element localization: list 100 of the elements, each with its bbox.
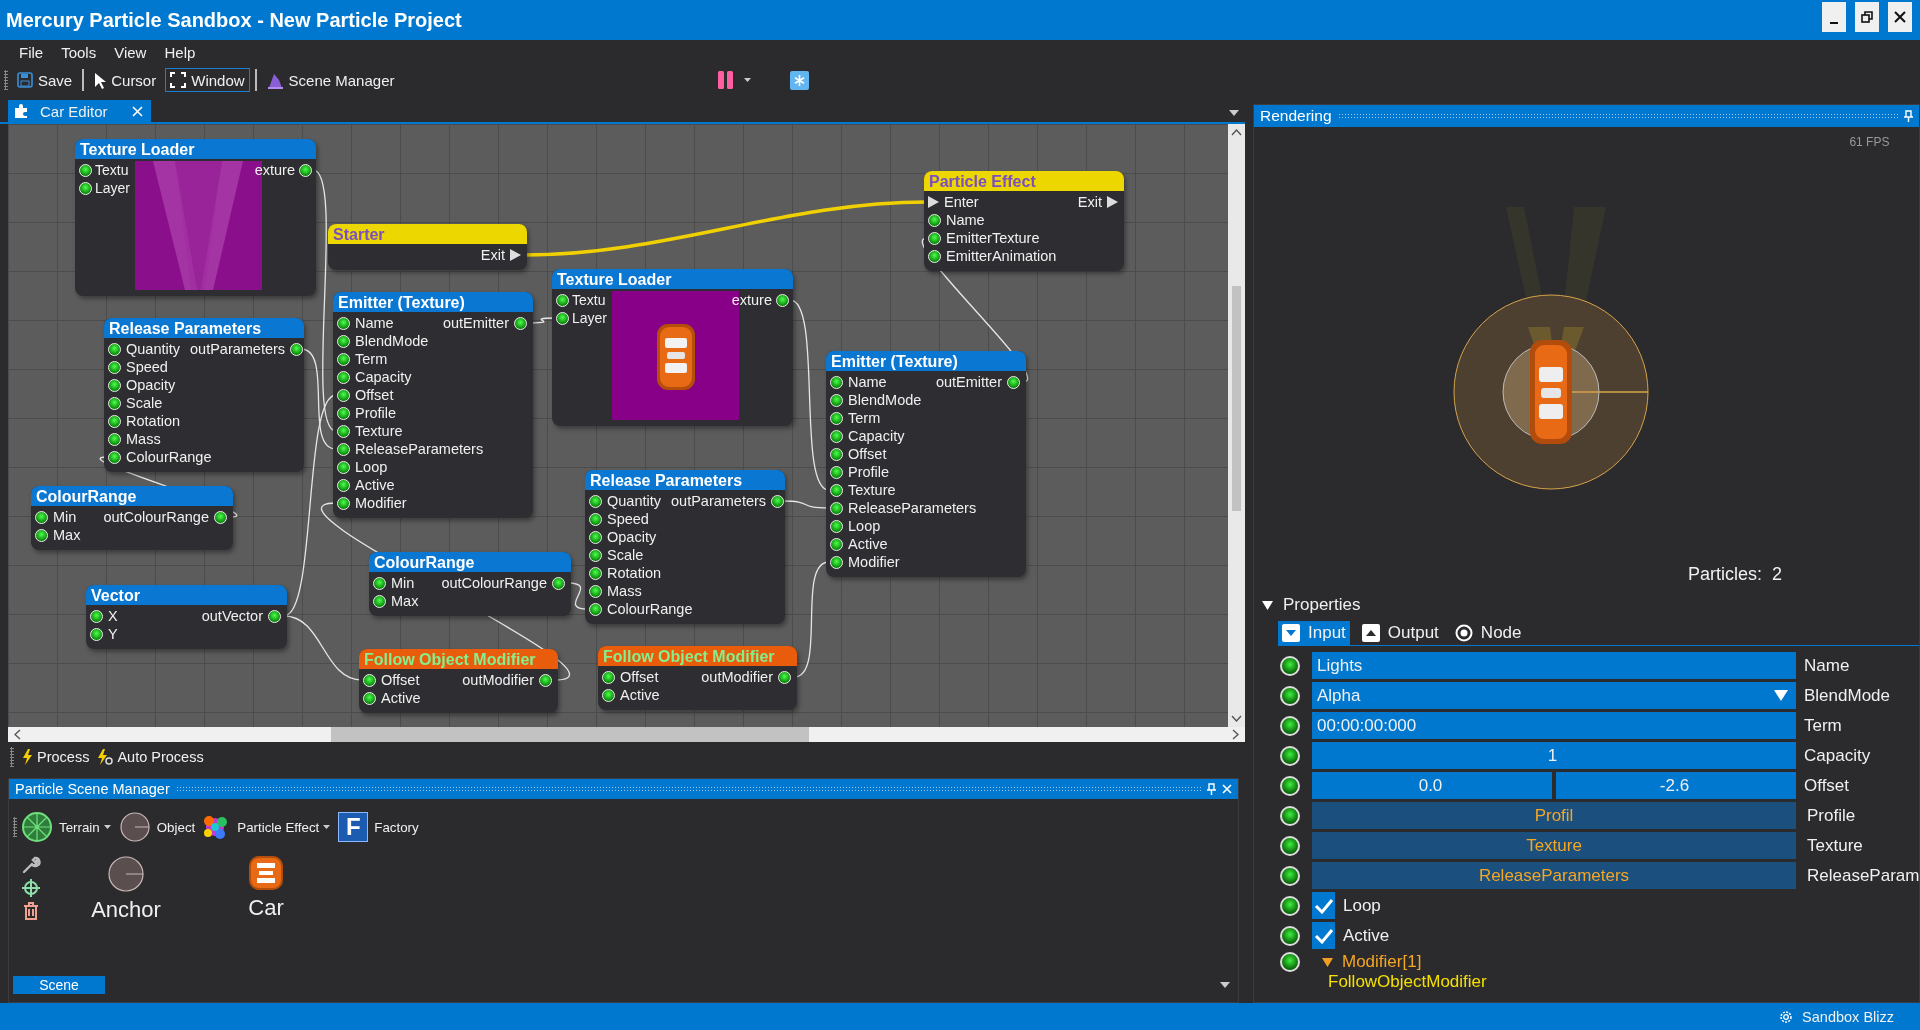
input-port[interactable]: [830, 393, 843, 407]
caret-icon[interactable]: [1220, 982, 1230, 988]
input-port[interactable]: [337, 496, 350, 510]
menu-item[interactable]: Help: [155, 43, 205, 61]
caret-icon[interactable]: [103, 824, 111, 830]
input-port[interactable]: [337, 460, 350, 474]
graph-node[interactable]: Emitter (Texture) Name outEmitter BlendMode Term Capacity Offset Profile Texture ReleaseParameters Loop Active Modifier: [333, 292, 533, 518]
input-port[interactable]: [90, 609, 103, 623]
input-port[interactable]: [373, 576, 386, 590]
scene-tab[interactable]: Scene: [13, 976, 105, 994]
properties-tab[interactable]: Node: [1450, 621, 1526, 645]
input-port[interactable]: [363, 673, 376, 687]
input-port[interactable]: [108, 360, 121, 374]
menu-item[interactable]: View: [105, 43, 156, 61]
input-port[interactable]: [589, 548, 602, 562]
wrench-icon[interactable]: [21, 855, 41, 875]
flow-port[interactable]: [510, 249, 521, 261]
pin-icon[interactable]: [1207, 783, 1216, 795]
graph-node[interactable]: Particle Effect Enter Exit Name EmitterTexture EmitterAnimation: [924, 171, 1124, 271]
input-port[interactable]: [108, 450, 121, 464]
input-port[interactable]: [589, 512, 602, 526]
list-item[interactable]: FollowObjectModifier: [1328, 972, 1487, 992]
caret-icon[interactable]: [323, 824, 331, 830]
chevron-up-icon[interactable]: [1231, 129, 1242, 136]
asterisk-icon[interactable]: [790, 70, 810, 90]
input-field[interactable]: 0.0: [1312, 772, 1552, 799]
input-port[interactable]: [830, 447, 843, 461]
scene-object[interactable]: Car: [211, 855, 321, 923]
graph-node[interactable]: Follow Object Modifier Offset outModifier Active: [359, 649, 558, 713]
input-port[interactable]: [108, 396, 121, 410]
output-port[interactable]: [299, 163, 312, 177]
scroll-thumb[interactable]: [1232, 286, 1241, 511]
input-field[interactable]: -2.6: [1556, 772, 1796, 799]
dropdown[interactable]: Alpha: [1312, 682, 1796, 709]
input-port[interactable]: [337, 334, 350, 348]
input-port[interactable]: [589, 602, 602, 616]
chevron-right-icon[interactable]: [1232, 729, 1239, 740]
toolbar-button[interactable]: Process: [22, 749, 90, 765]
toolbar-button[interactable]: Window: [165, 68, 250, 92]
expand-triangle-icon[interactable]: [1262, 600, 1273, 610]
input-port[interactable]: [928, 231, 941, 245]
input-port[interactable]: [589, 494, 602, 508]
toolbar-button[interactable]: Cursor: [89, 68, 162, 92]
input-port[interactable]: [337, 424, 350, 438]
toolbar-button[interactable]: F Factory: [338, 812, 419, 842]
checkbox[interactable]: [1312, 892, 1335, 919]
graph-node[interactable]: Starter Exit: [328, 224, 527, 270]
input-port[interactable]: [108, 414, 121, 428]
output-port[interactable]: [771, 494, 785, 508]
input-port[interactable]: [830, 519, 843, 533]
input-port[interactable]: [830, 501, 843, 515]
crosshair-icon[interactable]: [21, 878, 41, 898]
pin-icon[interactable]: [1904, 110, 1914, 122]
output-port[interactable]: [514, 316, 527, 330]
toolbar-button[interactable]: Terrain: [21, 811, 100, 843]
link-button[interactable]: Profil: [1312, 802, 1796, 829]
input-port[interactable]: [108, 432, 121, 446]
close-icon[interactable]: [131, 105, 143, 117]
close-button[interactable]: [1888, 2, 1912, 32]
input-port[interactable]: [589, 584, 602, 598]
editor-tab[interactable]: Car Editor: [8, 100, 151, 122]
graph-node[interactable]: Release Parameters Quantity outParameters Speed Opacity Scale Rotation Mass ColourRange: [104, 318, 304, 472]
input-port[interactable]: [830, 555, 843, 569]
input-port[interactable]: [556, 311, 569, 325]
input-port[interactable]: [602, 688, 615, 702]
graph-node[interactable]: Emitter (Texture) Name outEmitter BlendMode Term Capacity Offset Profile Texture ReleaseParameters Loop Active Modifier: [826, 351, 1026, 577]
input-port[interactable]: [830, 537, 843, 551]
output-port[interactable]: [539, 673, 552, 687]
input-port[interactable]: [830, 411, 843, 425]
graph-node[interactable]: ColourRange Min outColourRange Max: [31, 486, 233, 550]
chevron-down-icon[interactable]: [1231, 715, 1242, 722]
node-canvas[interactable]: [8, 124, 1228, 727]
graph-node[interactable]: Texture Loader Textu Layer exture: [552, 269, 793, 426]
input-port[interactable]: [337, 406, 350, 420]
output-port[interactable]: [268, 609, 281, 623]
flow-port[interactable]: [1107, 196, 1118, 208]
input-port[interactable]: [35, 510, 48, 524]
minimize-button[interactable]: [1822, 2, 1846, 32]
graph-node[interactable]: Release Parameters Quantity outParameters Speed Opacity Scale Rotation Mass ColourRange: [585, 470, 785, 624]
input-port[interactable]: [337, 352, 350, 366]
input-port[interactable]: [337, 442, 350, 456]
output-port[interactable]: [778, 670, 791, 684]
link-button[interactable]: ReleaseParameters: [1312, 862, 1796, 889]
graph-node[interactable]: ColourRange Min outColourRange Max: [369, 552, 571, 616]
link-button[interactable]: Texture: [1312, 832, 1796, 859]
chevron-left-icon[interactable]: [14, 729, 21, 740]
caret-icon[interactable]: [743, 77, 753, 83]
pause-icon[interactable]: [717, 70, 736, 90]
input-port[interactable]: [337, 388, 350, 402]
input-port[interactable]: [108, 378, 121, 392]
toolbar-button[interactable]: Auto Process: [97, 749, 204, 765]
graph-node[interactable]: Texture Loader Textu Layer exture: [75, 139, 316, 296]
input-port[interactable]: [556, 293, 569, 307]
input-port[interactable]: [79, 181, 92, 195]
close-icon[interactable]: [1222, 784, 1232, 794]
input-port[interactable]: [589, 530, 602, 544]
properties-tab[interactable]: Input: [1278, 621, 1350, 645]
input-port[interactable]: [363, 691, 376, 705]
menu-item[interactable]: Tools: [52, 43, 106, 61]
output-port[interactable]: [290, 342, 304, 356]
